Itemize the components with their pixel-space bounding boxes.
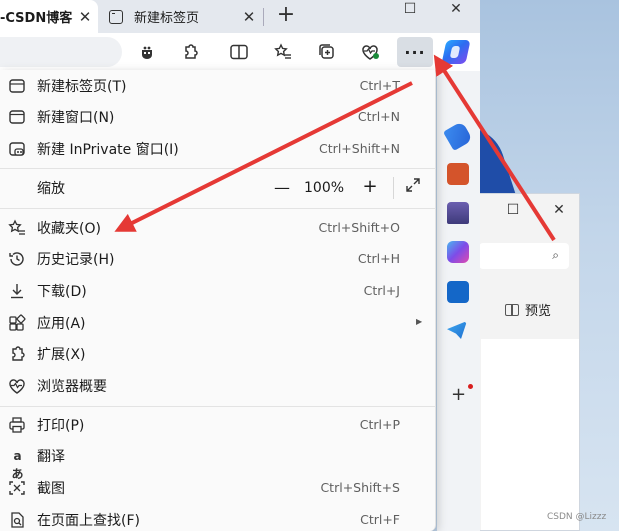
menu-item-shortcut: Ctrl+Shift+O <box>318 220 400 235</box>
menu-item-extensions[interactable]: 扩展(X) <box>0 338 436 369</box>
browser-essentials-icon <box>8 377 26 395</box>
tab-title: 新建标签页 <box>134 11 200 26</box>
background-window-search-box[interactable]: ⌕ <box>479 243 569 269</box>
menu-item-find-on-page[interactable]: 在页面上查找(F) Ctrl+F <box>0 504 436 531</box>
inprivate-icon <box>8 140 26 158</box>
menu-item-history[interactable]: 历史记录(H) Ctrl+H <box>0 243 436 274</box>
menu-item-shortcut: Ctrl+Shift+S <box>320 480 400 495</box>
menu-item-shortcut: Ctrl+N <box>357 109 400 124</box>
add-sidebar-app-icon[interactable]: + <box>451 384 466 405</box>
new-tab-favicon-icon <box>109 9 123 24</box>
background-window-maximize-icon[interactable]: ☐ <box>503 200 523 220</box>
preview-toggle[interactable]: 预览 <box>505 300 551 319</box>
new-tab-button[interactable]: + <box>274 3 298 27</box>
menu-item-label: 新建窗口(N) <box>37 109 115 126</box>
shopping-tag-icon[interactable] <box>442 120 474 152</box>
menu-item-apps[interactable]: 应用(A) <box>0 307 436 338</box>
screenshot-icon <box>8 479 26 497</box>
menu-item-new-tab[interactable]: 新建标签页(T) Ctrl+T <box>0 70 436 101</box>
watermark: CSDN @Lizzz <box>547 512 607 522</box>
new-window-icon <box>8 108 26 126</box>
address-bar[interactable] <box>0 37 122 67</box>
background-window-close-icon[interactable]: ✕ <box>549 200 569 220</box>
menu-item-downloads[interactable]: 下载(D) Ctrl+J <box>0 275 436 306</box>
menu-item-shortcut: Ctrl+Shift+N <box>319 141 400 156</box>
menu-item-label: 扩展(X) <box>37 346 86 363</box>
tab-close-icon[interactable]: ✕ <box>240 8 258 26</box>
fullscreen-icon[interactable] <box>403 177 423 199</box>
settings-and-more-button[interactable]: ··· <box>397 37 433 67</box>
games-icon[interactable] <box>447 202 469 224</box>
menu-divider <box>0 208 436 209</box>
drop-send-icon[interactable] <box>447 321 467 339</box>
menu-item-label: 翻译 <box>37 448 65 465</box>
menu-item-screenshot[interactable]: 截图 Ctrl+Shift+S <box>0 472 436 503</box>
translate-icon: aあ <box>11 449 23 481</box>
extensions-icon[interactable] <box>177 39 203 65</box>
menu-item-label: 打印(P) <box>37 417 85 434</box>
new-tab-icon <box>8 77 26 95</box>
menu-item-label: 新建标签页(T) <box>37 78 127 95</box>
split-screen-icon[interactable] <box>226 39 252 65</box>
menu-item-label: 截图 <box>37 480 65 497</box>
menu-item-browser-essentials[interactable]: 浏览器概要 <box>0 370 436 401</box>
menu-item-shortcut: Ctrl+P <box>359 417 400 432</box>
menu-item-label: 应用(A) <box>37 315 86 332</box>
menu-item-label: 浏览器概要 <box>37 378 107 395</box>
tab-close-icon[interactable]: ✕ <box>76 8 94 26</box>
tab-strip: -CSDN博客 ✕ 新建标签页 ✕ + ☐ ✕ <box>0 0 480 33</box>
close-window-icon[interactable]: ✕ <box>446 0 466 22</box>
tools-icon[interactable] <box>447 163 469 185</box>
menu-item-label: 下载(D) <box>37 283 87 300</box>
zoom-out-button[interactable]: — <box>272 178 292 198</box>
settings-menu: 新建标签页(T) Ctrl+T 新建窗口(N) Ctrl+N 新建 InPriv… <box>0 70 436 531</box>
tab-title: -CSDN博客 <box>0 11 73 26</box>
zoom-in-button[interactable]: + <box>360 177 380 197</box>
microsoft-365-icon[interactable] <box>447 241 469 263</box>
menu-item-shortcut: Ctrl+J <box>363 283 400 298</box>
outlook-icon[interactable] <box>447 281 469 303</box>
menu-item-shortcut: Ctrl+F <box>360 512 400 527</box>
edge-sidebar: + <box>437 71 480 531</box>
favorites-icon <box>8 219 26 237</box>
submenu-chevron-icon: ▶ <box>416 317 423 326</box>
download-icon <box>8 282 26 300</box>
menu-item-label: 新建 InPrivate 窗口(I) <box>37 141 179 158</box>
menu-item-new-inprivate-window[interactable]: 新建 InPrivate 窗口(I) Ctrl+Shift+N <box>0 133 436 164</box>
browser-essentials-icon[interactable] <box>357 39 383 65</box>
print-icon <box>8 416 26 434</box>
menu-item-favorites[interactable]: 收藏夹(O) Ctrl+Shift+O <box>0 212 436 243</box>
menu-item-label: 历史记录(H) <box>37 251 115 268</box>
bug-icon[interactable] <box>134 39 160 65</box>
apps-icon <box>8 314 26 332</box>
menu-item-shortcut: Ctrl+H <box>357 251 400 266</box>
menu-item-label: 收藏夹(O) <box>37 220 101 237</box>
menu-item-label: 在页面上查找(F) <box>37 512 140 529</box>
menu-item-translate[interactable]: aあ 翻译 <box>0 440 436 482</box>
preview-pane-icon <box>505 303 519 316</box>
notification-dot <box>468 384 473 389</box>
menu-item-shortcut: Ctrl+T <box>359 78 400 93</box>
maximize-icon[interactable]: ☐ <box>400 0 420 22</box>
favorites-icon[interactable] <box>270 39 296 65</box>
menu-divider <box>0 406 436 407</box>
extensions-icon <box>8 345 26 363</box>
history-icon <box>8 250 26 268</box>
zoom-label: 缩放 <box>37 180 65 197</box>
menu-divider <box>0 168 436 169</box>
background-window-content <box>481 339 579 530</box>
menu-item-new-window[interactable]: 新建窗口(N) Ctrl+N <box>0 101 436 132</box>
preview-label: 预览 <box>525 304 552 319</box>
zoom-separator <box>393 177 394 199</box>
find-icon <box>8 511 26 529</box>
tab-new-tab[interactable]: 新建标签页 <box>100 0 260 33</box>
search-icon: ⌕ <box>552 248 559 262</box>
zoom-value: 100% <box>304 180 345 196</box>
tab-separator <box>263 8 264 26</box>
menu-item-print[interactable]: 打印(P) Ctrl+P <box>0 409 436 440</box>
collections-icon[interactable] <box>314 39 340 65</box>
